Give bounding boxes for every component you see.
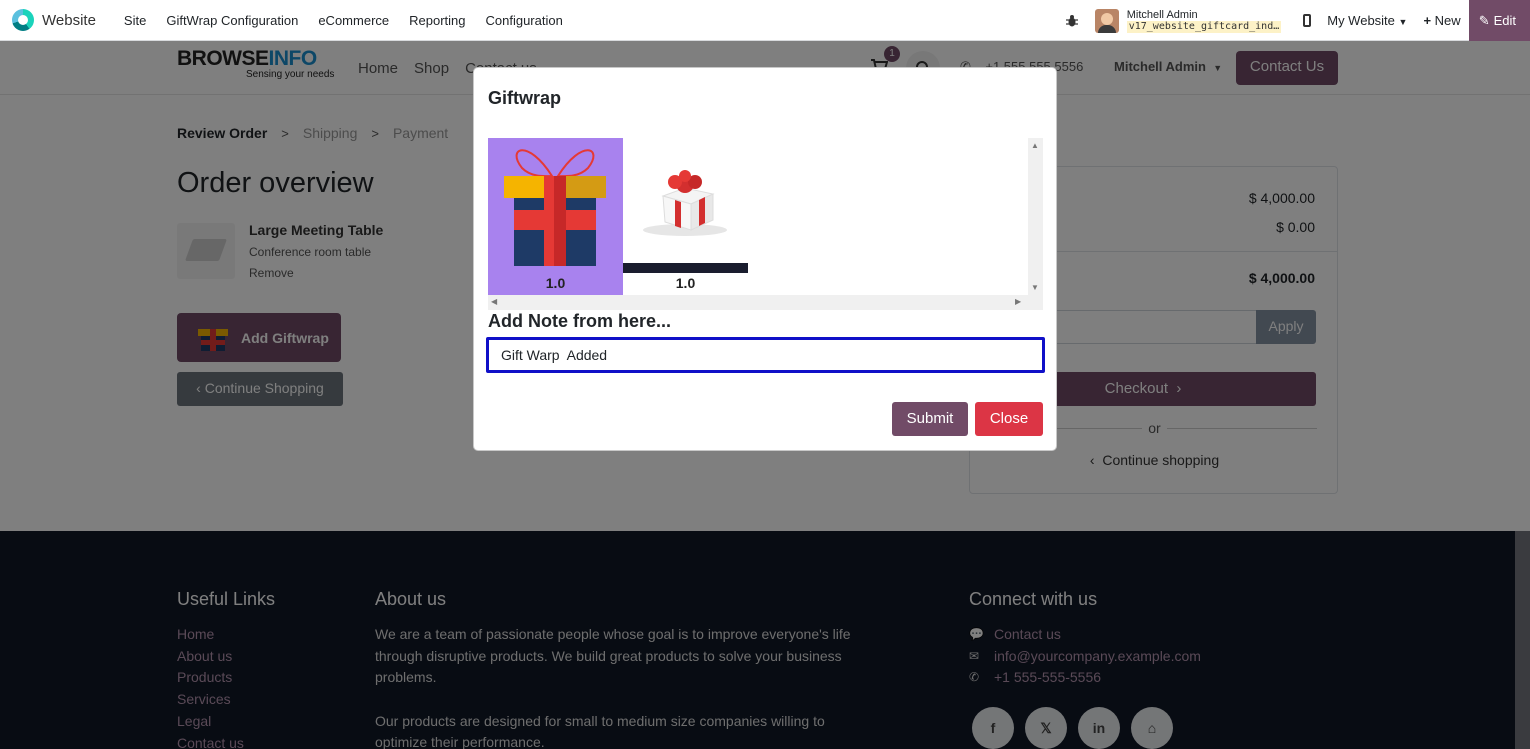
website-switcher-label: My Website — [1327, 13, 1395, 28]
new-label: New — [1434, 13, 1461, 28]
submit-button[interactable]: Submit — [892, 402, 968, 436]
dialog-title: Giftwrap — [488, 88, 562, 108]
mobile-preview-icon[interactable] — [1303, 14, 1312, 27]
edit-button[interactable]: ✎ Edit — [1468, 0, 1530, 41]
user-avatar[interactable] — [1094, 8, 1119, 33]
odoo-navbar: Website Site GiftWrap Configuration eCom… — [0, 0, 1530, 41]
database-name: v17_website_giftcard_ind… — [1126, 20, 1282, 33]
gallery-horizontal-scrollbar[interactable]: ◀ ▶ — [488, 295, 1043, 310]
new-button[interactable]: + New — [1423, 13, 1460, 28]
top-menu: Site GiftWrap Configuration eCommerce Re… — [114, 13, 573, 28]
giftwrap-dialog: Giftwrap 1.0 1.0 ▲ ▼ ◀ ▶ Add Note from h… — [473, 67, 1057, 451]
user-name: Mitchell Admin — [1126, 8, 1198, 21]
note-label: Add Note from here... — [488, 311, 672, 331]
edit-label: Edit — [1493, 13, 1516, 28]
close-button[interactable]: Close — [975, 402, 1043, 436]
gift-photo-icon — [623, 170, 748, 273]
website-app-icon — [12, 9, 34, 31]
plus-icon: + — [1423, 13, 1432, 28]
giftwrap-qty: 1.0 — [675, 275, 696, 291]
debug-bug-icon[interactable] — [1065, 14, 1079, 28]
giftwrap-qty: 1.0 — [545, 275, 566, 291]
giftbox-illustration-icon — [504, 149, 606, 266]
menu-configuration[interactable]: Configuration — [476, 13, 573, 28]
scroll-up-arrow-icon[interactable]: ▲ — [1031, 141, 1039, 150]
topbar-right: Mitchell Admin v17_website_giftcard_ind…… — [1065, 0, 1530, 41]
brand-label: Website — [42, 11, 96, 29]
scroll-left-arrow-icon[interactable]: ◀ — [491, 297, 497, 306]
website-switcher[interactable]: My Website ▼ — [1327, 13, 1407, 28]
page-scrollbar[interactable] — [1515, 531, 1530, 749]
caret-down-icon: ▼ — [1398, 17, 1408, 27]
menu-giftwrap-configuration[interactable]: GiftWrap Configuration — [156, 13, 308, 28]
user-menu[interactable]: Mitchell Admin v17_website_giftcard_ind… — [1126, 8, 1282, 33]
pencil-icon: ✎ — [1478, 12, 1490, 28]
giftwrap-gallery: 1.0 1.0 ▲ ▼ ◀ ▶ — [488, 138, 1043, 310]
gift-note-input[interactable] — [486, 337, 1045, 373]
giftwrap-option[interactable]: 1.0 — [488, 138, 623, 295]
scroll-down-arrow-icon[interactable]: ▼ — [1031, 283, 1039, 292]
menu-site[interactable]: Site — [114, 13, 156, 28]
giftwrap-gallery-viewport: 1.0 1.0 — [488, 138, 1027, 295]
scroll-right-arrow-icon[interactable]: ▶ — [1015, 297, 1021, 306]
menu-reporting[interactable]: Reporting — [399, 13, 475, 28]
menu-ecommerce[interactable]: eCommerce — [308, 13, 399, 28]
gallery-vertical-scrollbar[interactable]: ▲ ▼ — [1028, 138, 1043, 295]
apps-menu-brand[interactable]: Website — [12, 9, 96, 31]
giftwrap-option[interactable]: 1.0 — [623, 138, 748, 295]
